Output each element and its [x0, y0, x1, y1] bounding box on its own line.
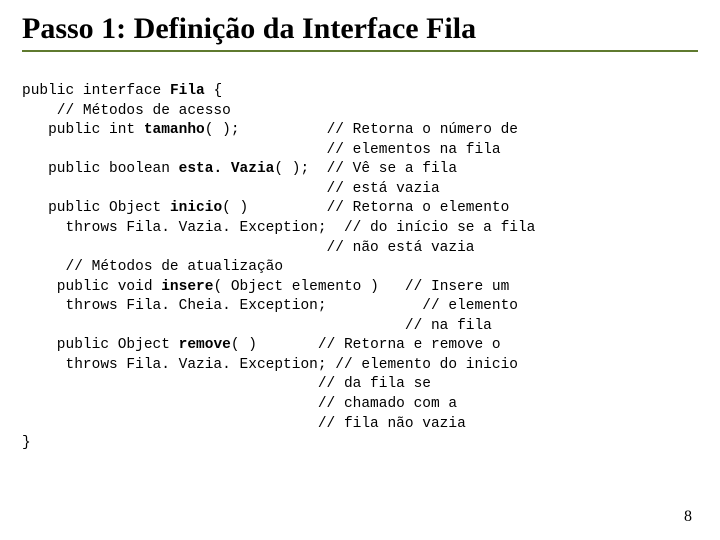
- code-line: public void insere( Object elemento ) //…: [22, 279, 509, 295]
- code-line: // chamado com a: [22, 396, 457, 412]
- code-line: // da fila se: [22, 376, 431, 392]
- code-line: // está vazia: [22, 181, 440, 197]
- code-block: public interface Fila { // Métodos de ac…: [22, 82, 698, 454]
- code-line: // elementos na fila: [22, 142, 501, 158]
- code-line: public Object inicio( ) // Retorna o ele…: [22, 200, 509, 216]
- code-line: throws Fila. Cheia. Exception; // elemen…: [22, 298, 518, 314]
- code-line: // Métodos de acesso: [22, 103, 231, 119]
- code-line: public int tamanho( ); // Retorna o núme…: [22, 122, 518, 138]
- code-line: // Métodos de atualização: [22, 259, 283, 275]
- code-line: // fila não vazia: [22, 416, 466, 432]
- code-line: // na fila: [22, 318, 492, 334]
- code-line: throws Fila. Vazia. Exception; // elemen…: [22, 357, 518, 373]
- code-line: public boolean esta. Vazia( ); // Vê se …: [22, 161, 457, 177]
- code-line: }: [22, 435, 31, 451]
- slide-title: Passo 1: Definição da Interface Fila: [22, 12, 698, 46]
- code-line: throws Fila. Vazia. Exception; // do iní…: [22, 220, 535, 236]
- page-number: 8: [684, 508, 692, 526]
- code-line: // não está vazia: [22, 240, 474, 256]
- title-underline: [22, 50, 698, 52]
- slide: Passo 1: Definição da Interface Fila pub…: [0, 0, 720, 540]
- code-line: public interface Fila {: [22, 83, 222, 99]
- code-line: public Object remove( ) // Retorna e rem…: [22, 337, 501, 353]
